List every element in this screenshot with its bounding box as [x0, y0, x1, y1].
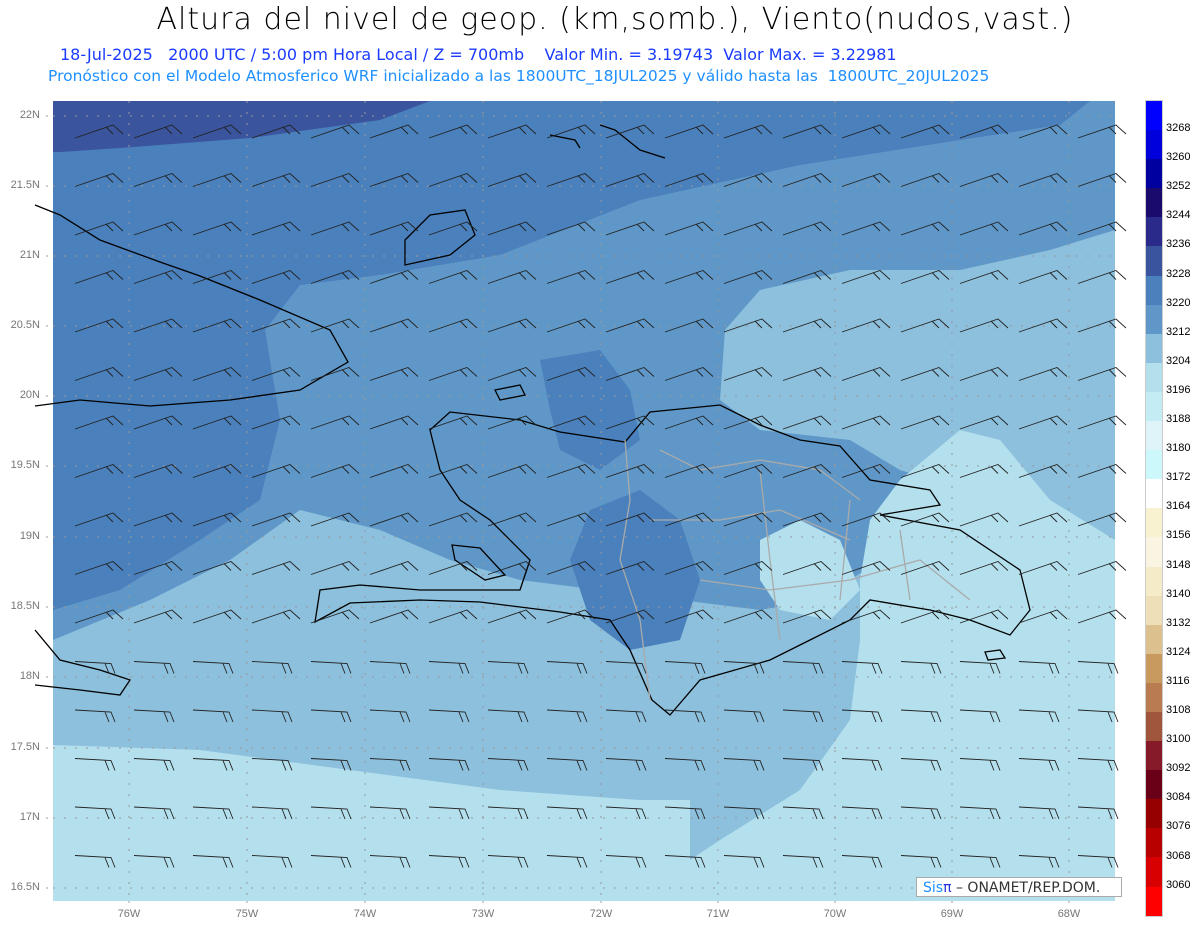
- colorbar-label: 3236: [1166, 238, 1191, 251]
- lat-label: 18.5N: [10, 600, 40, 612]
- lat-label: 17.5N: [10, 741, 40, 753]
- lat-label: 20N: [19, 389, 40, 401]
- lon-label: 75W: [235, 908, 259, 920]
- lat-label: 19N: [19, 530, 40, 542]
- colorbar-label: 3212: [1166, 325, 1191, 338]
- colorbar-label: 3148: [1166, 558, 1191, 571]
- colorbar-label: 3108: [1166, 704, 1191, 716]
- colorbar-label: 3068: [1166, 849, 1191, 862]
- lon-label: 73W: [471, 908, 495, 920]
- colorbar-swatch: [1146, 508, 1162, 538]
- lon-label: 69W: [940, 908, 964, 920]
- colorbar-swatch: [1146, 101, 1162, 131]
- colorbar-swatch: [1146, 333, 1162, 363]
- colorbar-swatch: [1146, 275, 1162, 305]
- geopotential-map: [34, 101, 1127, 907]
- colorbar-label: 3260: [1166, 151, 1191, 164]
- colorbar-label: 3180: [1166, 442, 1191, 455]
- colorbar-label: 3060: [1166, 878, 1191, 891]
- lat-label: 18N: [19, 670, 40, 682]
- colorbar-label: 3116: [1166, 674, 1190, 687]
- lon-label: 76W: [117, 908, 141, 920]
- lon-label: 72W: [589, 908, 613, 920]
- colorbar-label: 3268: [1166, 122, 1191, 134]
- lon-label: 70W: [823, 908, 847, 920]
- colorbar-swatch: [1146, 130, 1162, 160]
- colorbar-swatch: [1146, 624, 1162, 654]
- colorbar-label: 3076: [1166, 820, 1191, 833]
- colorbar-swatch: [1146, 537, 1162, 567]
- colorbar-swatch: [1146, 566, 1162, 596]
- colorbar-swatch: [1146, 304, 1162, 334]
- credit-box: Sisπ – ONAMET/REP.DOM.: [916, 877, 1122, 897]
- colorbar-label: 3092: [1166, 762, 1191, 775]
- credit-org: – ONAMET/REP.DOM.: [955, 880, 1101, 896]
- lat-label: 22N: [19, 109, 40, 121]
- colorbar-swatch: [1146, 653, 1162, 683]
- colorbar-label: 3252: [1166, 180, 1191, 193]
- colorbar-label: 3164: [1166, 500, 1191, 513]
- lat-label: 20.5N: [10, 319, 40, 331]
- colorbar-label: 3124: [1166, 645, 1191, 658]
- colorbar-swatch: [1146, 188, 1162, 218]
- colorbar-swatch: [1146, 711, 1162, 742]
- colorbar-swatch: [1146, 159, 1162, 189]
- colorbar-label: 3084: [1166, 791, 1191, 804]
- colorbar-swatch: [1146, 421, 1162, 451]
- colorbar-swatch: [1146, 682, 1162, 712]
- sis-logo-text: Sis: [923, 880, 944, 896]
- lat-label: 16.5N: [10, 881, 40, 893]
- colorbar-swatch: [1146, 857, 1162, 887]
- colorbar-swatch: [1146, 450, 1162, 480]
- colorbar-swatch: [1146, 362, 1162, 392]
- colorbar-label: 3204: [1166, 354, 1191, 367]
- lon-label: 74W: [353, 908, 377, 920]
- lat-label: 17N: [19, 811, 40, 823]
- colorbar-swatch: [1146, 595, 1162, 625]
- colorbar-swatch: [1146, 391, 1162, 422]
- lon-label: 71W: [706, 908, 730, 920]
- lat-label: 21N: [19, 249, 40, 261]
- colorbar-label: 3172: [1166, 471, 1191, 484]
- colorbar-swatch: [1146, 886, 1162, 916]
- colorbar-label: 3100: [1166, 733, 1191, 746]
- lat-label: 19.5N: [10, 459, 40, 471]
- colorbar-label: 3140: [1166, 587, 1191, 600]
- colorbar-label: 3188: [1166, 413, 1191, 425]
- colorbar-swatch: [1146, 741, 1162, 771]
- colorbar-swatch: [1146, 479, 1162, 509]
- colorbar-label: 3228: [1166, 267, 1191, 280]
- lat-label: 21.5N: [10, 179, 40, 191]
- colorbar-swatch: [1146, 217, 1162, 247]
- colorbar-label: 3132: [1166, 616, 1191, 629]
- colorbar-label: 3220: [1166, 296, 1191, 309]
- colorbar-swatch: [1146, 828, 1162, 858]
- colorbar-label: 3196: [1166, 383, 1191, 396]
- colorbar-label: 3156: [1166, 529, 1191, 542]
- colorbar-label: 3244: [1166, 209, 1191, 222]
- lon-label: 68W: [1057, 908, 1081, 920]
- colorbar: [1145, 100, 1163, 917]
- pi-logo-glyph: π: [943, 880, 952, 896]
- colorbar-swatch: [1146, 799, 1162, 829]
- colorbar-swatch: [1146, 246, 1162, 276]
- colorbar-swatch: [1146, 770, 1162, 800]
